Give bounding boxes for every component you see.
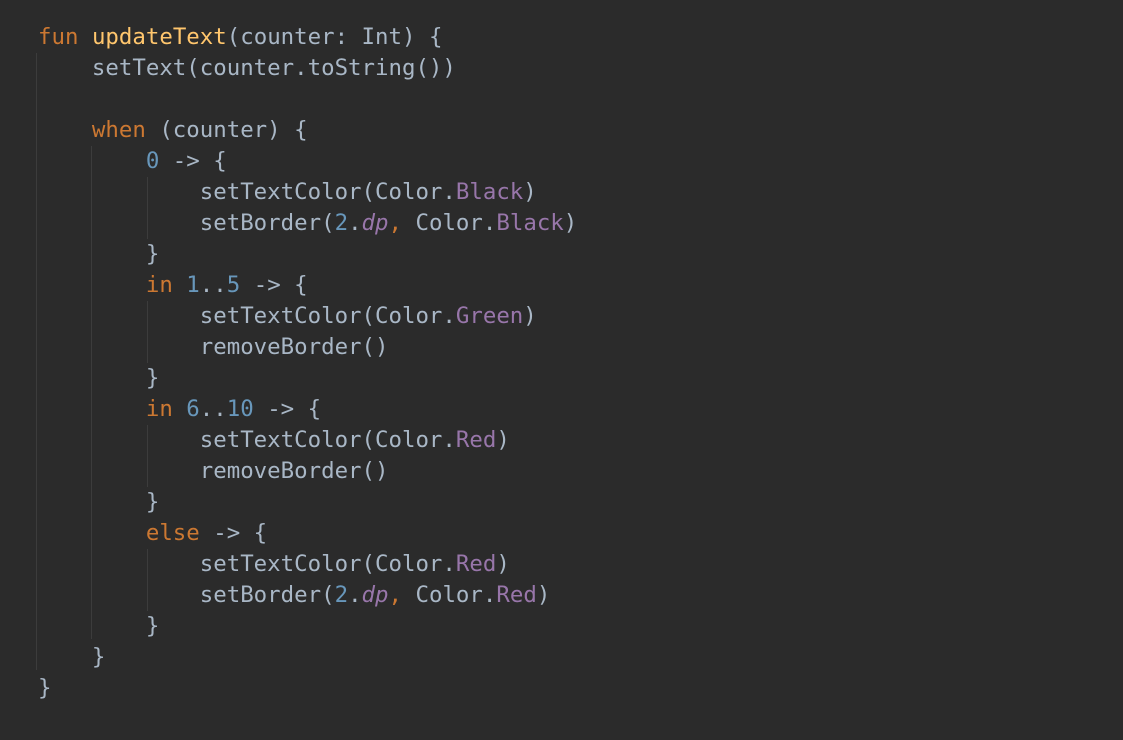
code-token: . (348, 210, 362, 236)
code-token: -> { (240, 272, 308, 298)
code-token: setBorder( (38, 582, 335, 608)
code-line: } (38, 611, 577, 642)
code-line: setBorder(2.dp, Color.Black) (38, 208, 578, 239)
code-token: ) (536, 582, 551, 608)
code-token: in (145, 396, 173, 422)
code-token: Green (455, 303, 524, 329)
code-line: fun updateText(counter: Int) { (38, 22, 577, 53)
code-token: ) (496, 551, 510, 577)
code-token: Color. (415, 582, 497, 608)
code-token: setTextColor(Color. (38, 551, 456, 577)
code-token: .. (199, 396, 227, 422)
code-token: , (388, 582, 416, 608)
code-line: } (38, 642, 577, 673)
code-token: in (145, 272, 173, 298)
code-line: removeBorder() (38, 456, 577, 487)
code-token: 1 (186, 272, 200, 298)
code-line: removeBorder() (38, 332, 577, 363)
code-token: 0 (145, 148, 160, 174)
code-token: } (38, 644, 106, 670)
code-token: 10 (226, 396, 254, 422)
code-token: 6 (186, 396, 200, 422)
code-token: when (91, 117, 146, 143)
code-token: -> { (159, 148, 227, 174)
code-token: ) (496, 427, 510, 453)
code-token: } (38, 675, 52, 701)
code-token: (counter) { (145, 117, 308, 143)
code-token: . (348, 582, 362, 608)
code-token: .. (199, 272, 227, 298)
code-token: Black (455, 179, 524, 205)
code-line: setText(counter.toString()) (38, 53, 577, 84)
code-token: Black (496, 210, 564, 236)
code-token: Red (455, 551, 497, 577)
code-token: 5 (226, 272, 241, 298)
code-block[interactable]: fun updateText(counter: Int) { setText(c… (38, 22, 577, 704)
code-line: setBorder(2.dp, Color.Red) (38, 580, 577, 611)
code-token: 2 (334, 210, 349, 236)
code-token: -> { (253, 396, 322, 422)
code-line: } (38, 239, 577, 270)
indent-guide-function-body (36, 53, 37, 670)
code-token: setBorder( (38, 210, 335, 236)
code-token: 2 (334, 582, 349, 608)
code-token: removeBorder() (38, 458, 389, 484)
code-line: in 1..5 -> { (38, 270, 577, 301)
code-token: setText(counter.toString()) (38, 55, 456, 81)
code-line: setTextColor(Color.Red) (38, 549, 577, 580)
code-line: else -> { (38, 518, 577, 549)
code-token: setTextColor(Color. (38, 427, 456, 453)
code-token: updateText (91, 24, 227, 50)
code-token: fun (38, 24, 79, 50)
code-token: ) (563, 210, 578, 236)
code-line: when (counter) { (38, 115, 577, 146)
code-line: setTextColor(Color.Black) (38, 177, 577, 208)
code-line: 0 -> { (38, 146, 577, 177)
code-token: Red (496, 582, 537, 608)
code-token: dp (361, 210, 389, 236)
code-token: dp (361, 582, 389, 608)
code-line: } (38, 487, 577, 518)
code-token: else (145, 520, 200, 546)
code-line: in 6..10 -> { (38, 394, 577, 425)
code-line: setTextColor(Color.Green) (38, 301, 577, 332)
code-line: } (38, 673, 577, 704)
code-line: } (38, 363, 577, 394)
code-token: } (38, 365, 160, 391)
code-token: setTextColor(Color. (38, 303, 456, 329)
code-token: } (38, 613, 160, 639)
code-token: , (388, 210, 416, 236)
code-line: setTextColor(Color.Red) (38, 425, 577, 456)
code-editor[interactable]: fun updateText(counter: Int) { setText(c… (0, 0, 1123, 740)
code-token: } (38, 241, 160, 267)
code-token: ) (523, 179, 537, 205)
code-token: } (38, 489, 160, 515)
code-token: ) (523, 303, 537, 329)
code-token: (counter: Int) { (226, 24, 443, 50)
code-token: Red (455, 427, 497, 453)
code-token: setTextColor(Color. (38, 179, 456, 205)
code-token: removeBorder() (38, 334, 389, 360)
code-token: -> { (199, 520, 268, 546)
code-token: Color. (415, 210, 497, 236)
